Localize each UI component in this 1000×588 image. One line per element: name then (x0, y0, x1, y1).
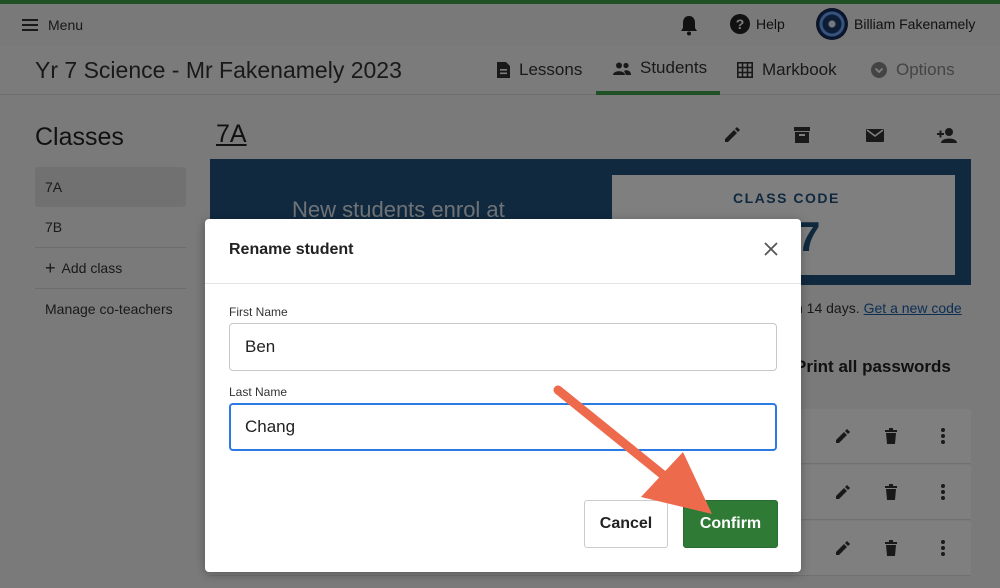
cancel-button[interactable]: Cancel (584, 500, 668, 548)
last-name-label: Last Name (229, 385, 288, 399)
dialog-title: Rename student (229, 241, 354, 258)
first-name-field[interactable] (229, 323, 777, 371)
close-icon[interactable] (761, 239, 781, 259)
confirm-button[interactable]: Confirm (683, 500, 778, 548)
last-name-field[interactable] (229, 403, 777, 451)
rename-student-dialog: Rename student First Name Last Name Canc… (205, 219, 801, 572)
dialog-divider (205, 283, 801, 284)
first-name-label: First Name (229, 305, 288, 319)
